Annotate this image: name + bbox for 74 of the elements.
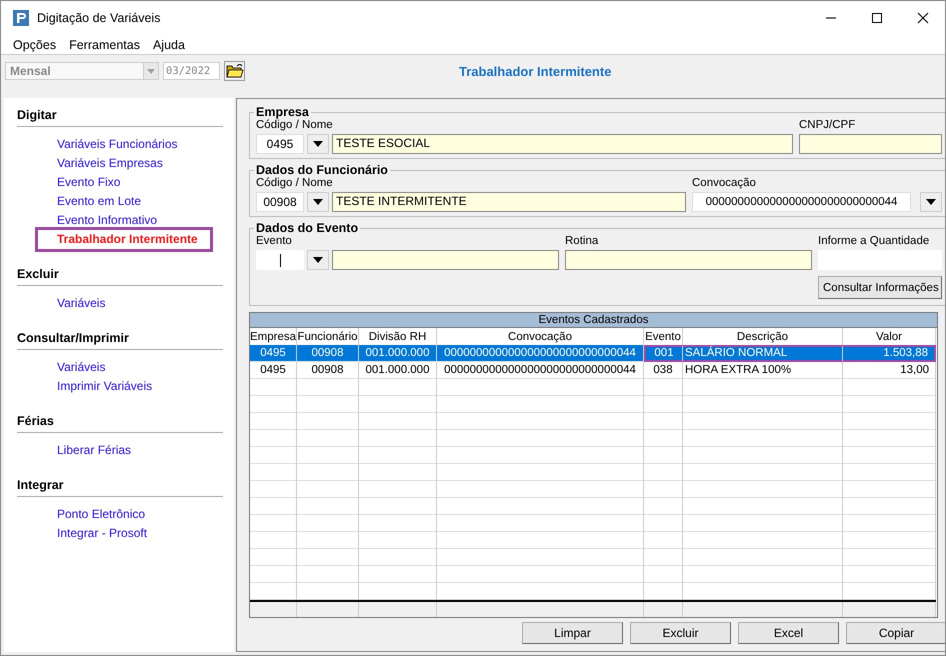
field-label: Convocação <box>692 177 757 189</box>
caret-icon <box>313 257 323 263</box>
field-label: Código / Nome <box>256 177 334 189</box>
field-label: Rotina <box>565 235 600 247</box>
menu-item[interactable]: Opções <box>13 38 56 52</box>
cnpj-field[interactable] <box>799 134 942 154</box>
table-cell: 13,00 <box>843 362 936 379</box>
dropdown-button[interactable] <box>307 192 329 212</box>
sidebar-link[interactable]: Evento em Lote <box>57 192 142 211</box>
routine-field[interactable] <box>565 250 812 270</box>
convocation-field[interactable]: 000000000000000000000000000044 <box>692 192 911 212</box>
open-folder-button[interactable] <box>224 61 245 81</box>
table-cell: 00908 <box>297 345 359 362</box>
table-cell: 001 <box>644 345 683 362</box>
table-cell: 0495 <box>250 345 297 362</box>
name-field[interactable]: TESTE INTERMITENTE <box>332 192 686 212</box>
action-button[interactable]: Limpar <box>522 622 623 644</box>
sidebar-link[interactable]: Trabalhador Intermitente <box>38 230 210 249</box>
caret-icon <box>313 141 323 147</box>
app-logo-icon <box>13 10 29 26</box>
window-title: Digitação de Variáveis <box>37 11 160 25</box>
caret-icon <box>313 199 323 205</box>
group-title: Empresa <box>255 105 310 119</box>
event-code-field[interactable] <box>256 250 304 270</box>
sidebar-link[interactable]: Variáveis <box>57 358 106 377</box>
table-cell: 001.000.000 <box>359 362 437 379</box>
sidebar-link[interactable]: Variáveis Funcionários <box>57 135 178 154</box>
field-label: Informe a Quantidade <box>818 235 930 247</box>
sidebar-link[interactable]: Liberar Férias <box>57 441 132 460</box>
table-cell: 038 <box>644 362 683 379</box>
table-cell: 001.000.000 <box>359 345 437 362</box>
table-cell: 00908 <box>297 362 359 379</box>
field-label: Código / Nome <box>256 119 334 131</box>
section-heading: Férias <box>17 414 223 433</box>
action-button[interactable]: Excel <box>738 622 839 644</box>
dropdown-button[interactable] <box>307 250 329 270</box>
page-title: Trabalhador Intermitente <box>459 64 612 78</box>
field-label: Evento <box>256 235 293 247</box>
sidebar-link[interactable]: Evento Informativo <box>57 211 158 230</box>
table-cell: 000000000000000000000000000044 <box>437 345 644 362</box>
sidebar-link[interactable]: Evento Fixo <box>57 173 120 192</box>
section-heading: Integrar <box>17 478 223 497</box>
event-name-field[interactable] <box>332 250 559 270</box>
code-field[interactable]: 00908 <box>256 192 304 212</box>
section-heading: Consultar/Imprimir <box>17 331 223 350</box>
table-title: Eventos Cadastrados <box>250 313 937 328</box>
menu-item[interactable]: Ajuda <box>152 38 185 52</box>
name-field[interactable]: TESTE ESOCIAL <box>332 134 793 154</box>
table-cell: HORA EXTRA 100% <box>683 362 843 379</box>
table-cell: 000000000000000000000000000044 <box>437 362 644 379</box>
sidebar-link[interactable]: Variáveis <box>57 294 106 313</box>
sidebar-link[interactable]: Ponto Eletrônico <box>57 505 146 524</box>
table-cell: 0495 <box>250 362 297 379</box>
dropdown-button[interactable] <box>920 192 942 212</box>
action-button[interactable]: Excluir <box>630 622 731 644</box>
dropdown-button[interactable] <box>307 134 329 154</box>
group-title: Dados do Funcionário <box>255 163 389 177</box>
menu-item[interactable]: Ferramentas <box>69 38 140 52</box>
action-button[interactable]: Copiar <box>846 622 945 644</box>
sidebar-link[interactable]: Imprimir Variáveis <box>57 377 152 396</box>
caret-icon <box>926 199 936 205</box>
group-title: Dados do Evento <box>255 221 360 235</box>
maximize-icon[interactable] <box>871 12 883 24</box>
section-heading: Digitar <box>17 108 223 127</box>
sidebar-link[interactable]: Variáveis Empresas <box>57 154 163 173</box>
field-label: CNPJ/CPF <box>799 119 856 131</box>
code-field[interactable]: 0495 <box>256 134 304 154</box>
sidebar-link[interactable]: Integrar - Prosoft <box>57 524 148 543</box>
close-icon[interactable] <box>917 12 929 24</box>
section-heading: Excluir <box>17 267 223 286</box>
table-cell: 1.503,88 <box>843 345 936 362</box>
consult-button[interactable]: Consultar Informações <box>818 276 942 299</box>
table-cell: SALÁRIO NORMAL <box>683 345 843 362</box>
folder-icon <box>226 63 244 79</box>
